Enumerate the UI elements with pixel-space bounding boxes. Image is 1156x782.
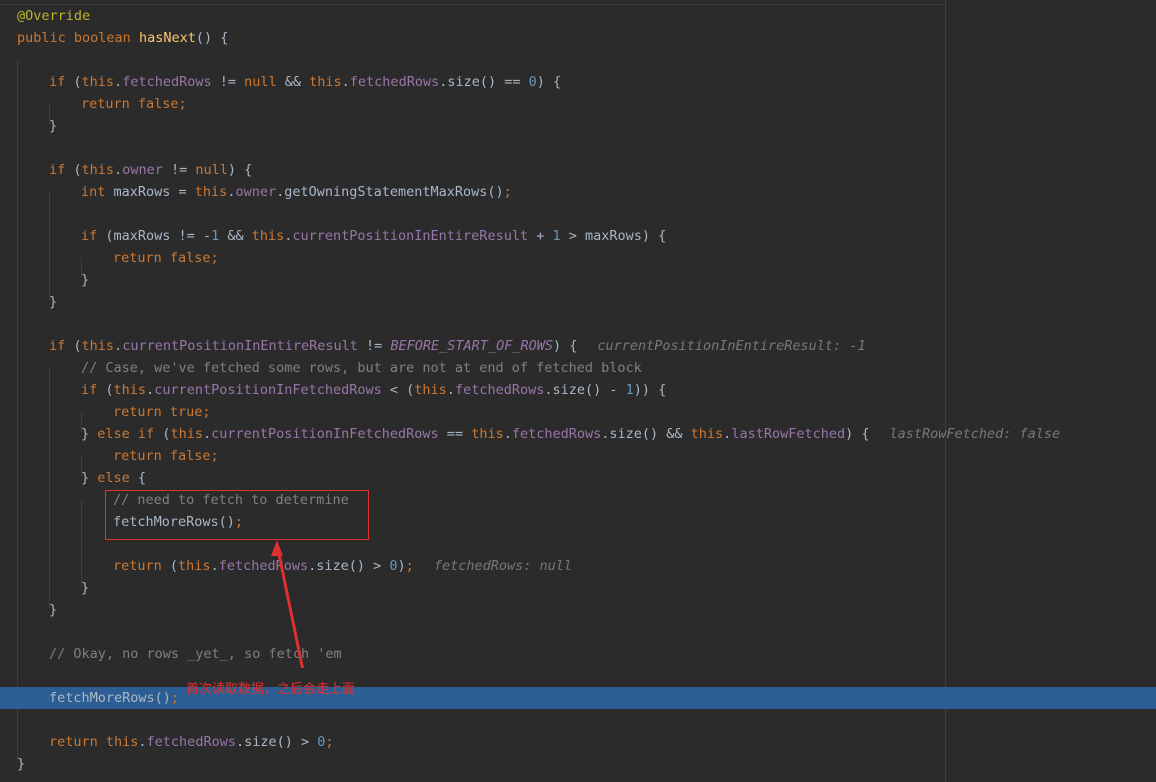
annotation-note: 首次读取数据，之后会走上面 bbox=[186, 682, 356, 697]
code-editor[interactable]: @Override public boolean hasNext() { if … bbox=[0, 0, 1156, 782]
callout-arrow bbox=[271, 540, 304, 668]
